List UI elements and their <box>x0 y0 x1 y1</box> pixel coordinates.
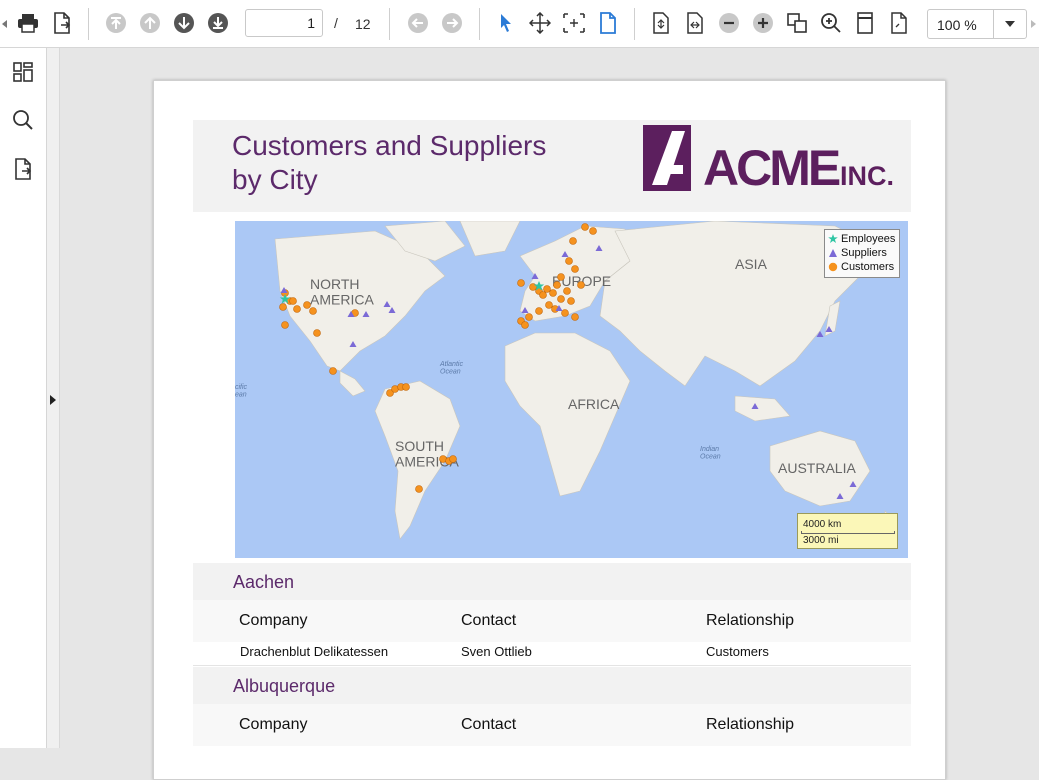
export-document-icon[interactable] <box>10 156 36 182</box>
viewer-toolbar: / 12 100 % <box>0 0 1039 48</box>
single-page-view-icon[interactable] <box>595 10 621 36</box>
scale-mi: 3000 mi <box>803 535 839 546</box>
toolbar-scroll-left-icon[interactable] <box>2 20 7 28</box>
label-pacific-ocean: cific ean <box>235 384 248 399</box>
current-page-input[interactable] <box>245 9 323 37</box>
zoom-out-icon[interactable] <box>716 10 742 36</box>
hand-tool-icon[interactable] <box>527 10 553 36</box>
column-company: Company <box>239 612 308 629</box>
logo-text: ACME <box>703 140 840 191</box>
history-back-icon[interactable] <box>405 10 431 36</box>
zoom-magnifier-icon[interactable] <box>818 10 844 36</box>
legend-employees: Employees <box>828 232 895 246</box>
marquee-zoom-icon[interactable] <box>561 10 587 36</box>
fit-width-icon[interactable] <box>682 10 708 36</box>
legend-suppliers: Suppliers <box>828 246 887 260</box>
column-relationship: Relationship <box>706 612 795 629</box>
zoom-value: 100 % <box>937 17 977 33</box>
suppliers-triangle-icon <box>829 249 837 257</box>
sidebar <box>0 48 47 748</box>
column-contact: Contact <box>461 612 517 629</box>
zoom-select[interactable]: 100 % <box>927 9 1027 39</box>
history-forward-icon[interactable] <box>439 10 465 36</box>
label-asia: ASIA <box>735 256 768 272</box>
selection-pointer-icon[interactable] <box>493 10 519 36</box>
report-header: Customers and Suppliers by City ACME INC… <box>193 120 911 212</box>
first-page-icon[interactable] <box>103 10 129 36</box>
world-map[interactable]: NORTH AMERICA EUROPE ASIA AFRICA SOUTH AME… <box>235 221 908 558</box>
row-divider <box>193 665 911 666</box>
label-atlantic-ocean: Atlantic Ocean <box>439 361 463 376</box>
cell-relationship: Customers <box>706 644 769 659</box>
customers-circle-icon <box>828 262 838 272</box>
multi-page-icon[interactable] <box>886 10 912 36</box>
dropdown-icon[interactable] <box>993 10 1026 38</box>
employees-star-icon <box>828 234 838 243</box>
acme-logo: ACME INC. <box>643 125 894 191</box>
fit-page-icon[interactable] <box>648 10 674 36</box>
column-company: Company <box>239 716 308 733</box>
column-header-row: Company Contact Relationship <box>193 704 911 746</box>
zoom-in-icon[interactable] <box>750 10 776 36</box>
thumbnails-icon[interactable] <box>10 59 36 85</box>
sidebar-splitter[interactable] <box>47 48 60 748</box>
expand-panel-icon[interactable] <box>50 395 56 405</box>
toolbar-scroll-right-icon[interactable] <box>1031 20 1036 28</box>
cell-contact: Sven Ottlieb <box>461 644 532 659</box>
search-icon[interactable] <box>10 107 36 133</box>
scale-km: 4000 km <box>803 519 842 530</box>
report-title: Customers and Suppliers by City <box>232 130 547 195</box>
label-australia: AUSTRALIA <box>778 460 856 476</box>
next-page-icon[interactable] <box>171 10 197 36</box>
column-contact: Contact <box>461 716 517 733</box>
label-indian-ocean: Indian Ocean <box>700 446 721 461</box>
column-header-row: Company Contact Relationship <box>193 600 911 642</box>
map-legend: Employees Suppliers Customers <box>824 229 900 278</box>
city-name: Aachen <box>233 572 295 592</box>
last-page-icon[interactable] <box>205 10 231 36</box>
report-page: Customers and Suppliers by City ACME INC… <box>153 80 946 780</box>
column-relationship: Relationship <box>706 716 795 733</box>
actual-size-icon[interactable] <box>784 10 810 36</box>
city-group-header: Aachen <box>193 563 911 600</box>
export-icon[interactable] <box>49 10 75 36</box>
print-icon[interactable] <box>15 10 41 36</box>
cell-company: Drachenblut Delikatessen <box>240 644 389 659</box>
legend-customers: Customers <box>828 260 894 274</box>
label-africa: AFRICA <box>568 396 620 412</box>
city-group-header: Albuquerque <box>193 667 911 704</box>
page-separator: / <box>334 15 338 31</box>
page-layout-icon[interactable] <box>852 10 878 36</box>
logo-suffix: INC. <box>840 161 894 191</box>
map-scale: 4000 km 3000 mi <box>797 513 898 549</box>
previous-page-icon[interactable] <box>137 10 163 36</box>
city-name: Albuquerque <box>233 676 336 696</box>
total-pages: 12 <box>355 16 371 32</box>
